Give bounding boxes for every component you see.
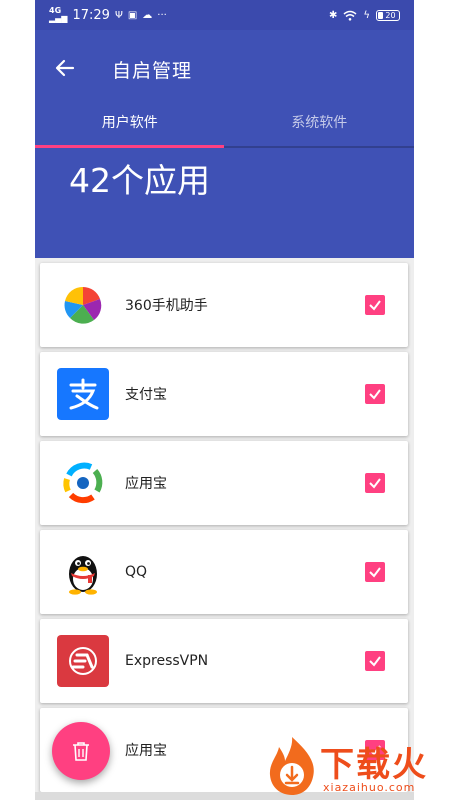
checkmark-icon [369,478,381,489]
tab-system-apps[interactable]: 系统软件 [225,110,415,148]
watermark-url: xiazaihuo.com [323,781,416,794]
alipay-icon [57,368,109,420]
360-assistant-icon [57,279,109,331]
autostart-checkbox[interactable] [365,384,385,404]
tab-bar: 用户软件 系统软件 [35,110,414,148]
autostart-checkbox[interactable] [365,562,385,582]
wifi-icon [343,10,357,21]
autostart-checkbox[interactable] [365,473,385,493]
autostart-checkbox[interactable] [365,295,385,315]
checkmark-icon [369,300,381,311]
charging-icon: ϟ [363,9,370,21]
qq-penguin-icon [57,546,109,598]
trash-icon [73,742,89,761]
expressvpn-icon [57,635,109,687]
app-name: 360手机助手 [125,298,208,314]
checkmark-icon [369,389,381,400]
app-list: 360手机助手 支付宝 应用宝 QQ ExpressVPN 应用宝 [40,263,408,797]
page-title: 自启管理 [112,60,193,82]
bluetooth-icon: ✱ [329,9,338,21]
cloud-icon: ☁ [142,9,153,21]
list-item[interactable]: QQ [40,530,408,614]
app-name: QQ [125,564,148,580]
watermark-logo: 下载火 xiazaihuo.com [263,735,445,797]
signal-icon: 4G ▂▄▆ [49,6,68,23]
back-arrow-icon[interactable] [53,56,77,80]
app-bar: 自启管理 用户软件 系统软件 42个应用 [35,30,414,258]
app-count: 42个应用 [69,161,210,200]
list-item[interactable]: 应用宝 [40,441,408,525]
usb-icon: Ψ [114,9,123,21]
status-bar: 4G ▂▄▆ 17:29 Ψ ▣ ☁ ··· ✱ ϟ 20 [35,0,414,30]
tab-user-apps[interactable]: 用户软件 [35,110,225,148]
battery-icon: 20 [376,9,400,21]
delete-fab-button[interactable] [52,722,110,780]
nfc-icon: ▣ [127,9,138,21]
tab-divider [224,146,414,148]
checkmark-icon [369,656,381,667]
checkmark-icon [369,567,381,578]
app-name: 支付宝 [125,387,167,403]
more-dots-icon: ··· [157,9,167,21]
autostart-checkbox[interactable] [365,651,385,671]
tab-indicator [35,145,224,148]
status-time: 17:29 [72,7,110,23]
flame-logo-icon [269,737,314,795]
yingyongbao-icon [57,457,109,509]
app-name: 应用宝 [125,476,167,492]
watermark-title: 下载火 [320,745,428,785]
list-item[interactable]: 360手机助手 [40,263,408,347]
app-name: ExpressVPN [125,653,209,669]
list-item[interactable]: ExpressVPN [40,619,408,703]
phone-screen: 4G ▂▄▆ 17:29 Ψ ▣ ☁ ··· ✱ ϟ 20 自启管理 用户软件 系… [35,0,414,800]
list-item[interactable]: 支付宝 [40,352,408,436]
